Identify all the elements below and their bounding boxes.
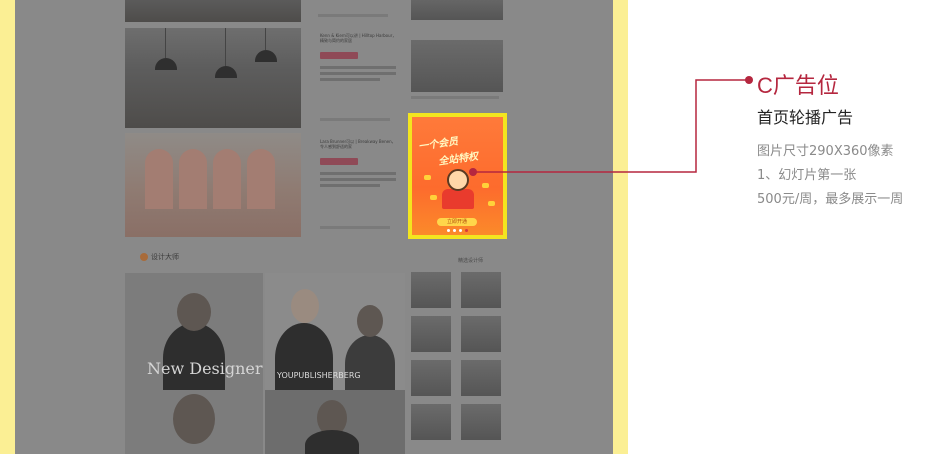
carousel-dots <box>447 229 468 232</box>
mascot-head-icon <box>447 169 469 191</box>
side-label: 精选设计师 <box>458 258 484 264</box>
article-thumbnail <box>125 28 301 128</box>
article-meta <box>318 14 388 17</box>
sidebar-thumbnail <box>411 0 503 20</box>
ad-slot-highlight[interactable]: 一个会员 全站特权 立即开通 <box>408 113 507 239</box>
annotation-subtitle: 首页轮播广告 <box>757 108 854 127</box>
designer-thumb[interactable] <box>411 316 451 352</box>
article-thumbnail <box>125 133 301 237</box>
annotation-canvas: Kenn & Kiern可以讲 | Hilltop Harbour，精致与简约的… <box>0 0 943 454</box>
sidebar-caption <box>411 96 499 99</box>
designer-card[interactable] <box>265 390 405 454</box>
article-excerpt <box>320 172 396 175</box>
article-tag[interactable] <box>320 158 358 165</box>
connector-end-dot-icon <box>745 76 753 84</box>
designer-card[interactable] <box>125 390 263 454</box>
designer-thumb[interactable] <box>461 316 501 352</box>
designer-thumb[interactable] <box>411 360 451 396</box>
article-title[interactable]: Kenn & Kiern可以讲 | Hilltop Harbour，精致与简约的… <box>320 33 398 43</box>
article-title[interactable]: Lara Brunner可以 | Breakway Benen，令人感到舒适的家 <box>320 139 398 149</box>
carousel-dot[interactable] <box>453 229 456 232</box>
ad-cta-button[interactable]: 立即开通 <box>437 218 477 226</box>
ad-headline: 全站特权 <box>437 151 479 168</box>
carousel-dot-active[interactable] <box>465 229 468 232</box>
designer-thumb[interactable] <box>411 404 451 440</box>
article-excerpt <box>320 72 396 75</box>
designer-thumb[interactable] <box>461 404 501 440</box>
article-excerpt <box>320 78 380 81</box>
coin-icon <box>488 201 495 206</box>
annotation-detail: 500元/周，最多展示一周 <box>757 192 904 207</box>
article-excerpt <box>320 184 380 187</box>
carousel-dot[interactable] <box>459 229 462 232</box>
carousel-ad-banner[interactable]: 一个会员 全站特权 立即开通 <box>412 117 503 235</box>
article-thumbnail <box>125 0 301 22</box>
designer-thumb[interactable] <box>461 272 501 308</box>
coin-icon <box>482 183 489 188</box>
article-tag[interactable] <box>320 52 358 59</box>
designer-logo-icon <box>140 253 148 261</box>
carousel-dot[interactable] <box>447 229 450 232</box>
annotation-detail: 1、幻灯片第一张 <box>757 168 857 183</box>
designer-card[interactable]: YOUPUBLISHERBERG <box>265 273 405 393</box>
designer-thumb[interactable] <box>461 360 501 396</box>
coin-icon <box>430 195 437 200</box>
designer-thumb[interactable] <box>411 272 451 308</box>
page-preview: Kenn & Kiern可以讲 | Hilltop Harbour，精致与简约的… <box>15 0 613 454</box>
section-title: 设计大师 <box>140 252 179 262</box>
coin-icon <box>424 175 431 180</box>
designer-caption: YOUPUBLISHERBERG <box>277 371 361 380</box>
article-meta <box>320 226 390 229</box>
annotation-title: C广告位 <box>757 73 839 98</box>
mascot-body-icon <box>442 189 474 209</box>
designer-caption: New Designer <box>147 359 263 378</box>
sidebar-thumbnail[interactable] <box>411 40 503 92</box>
article-excerpt <box>320 178 396 181</box>
article-meta <box>320 118 390 121</box>
article-excerpt <box>320 66 396 69</box>
designer-card[interactable]: New Designer <box>125 273 263 393</box>
annotation-detail: 图片尺寸290X360像素 <box>757 144 894 159</box>
